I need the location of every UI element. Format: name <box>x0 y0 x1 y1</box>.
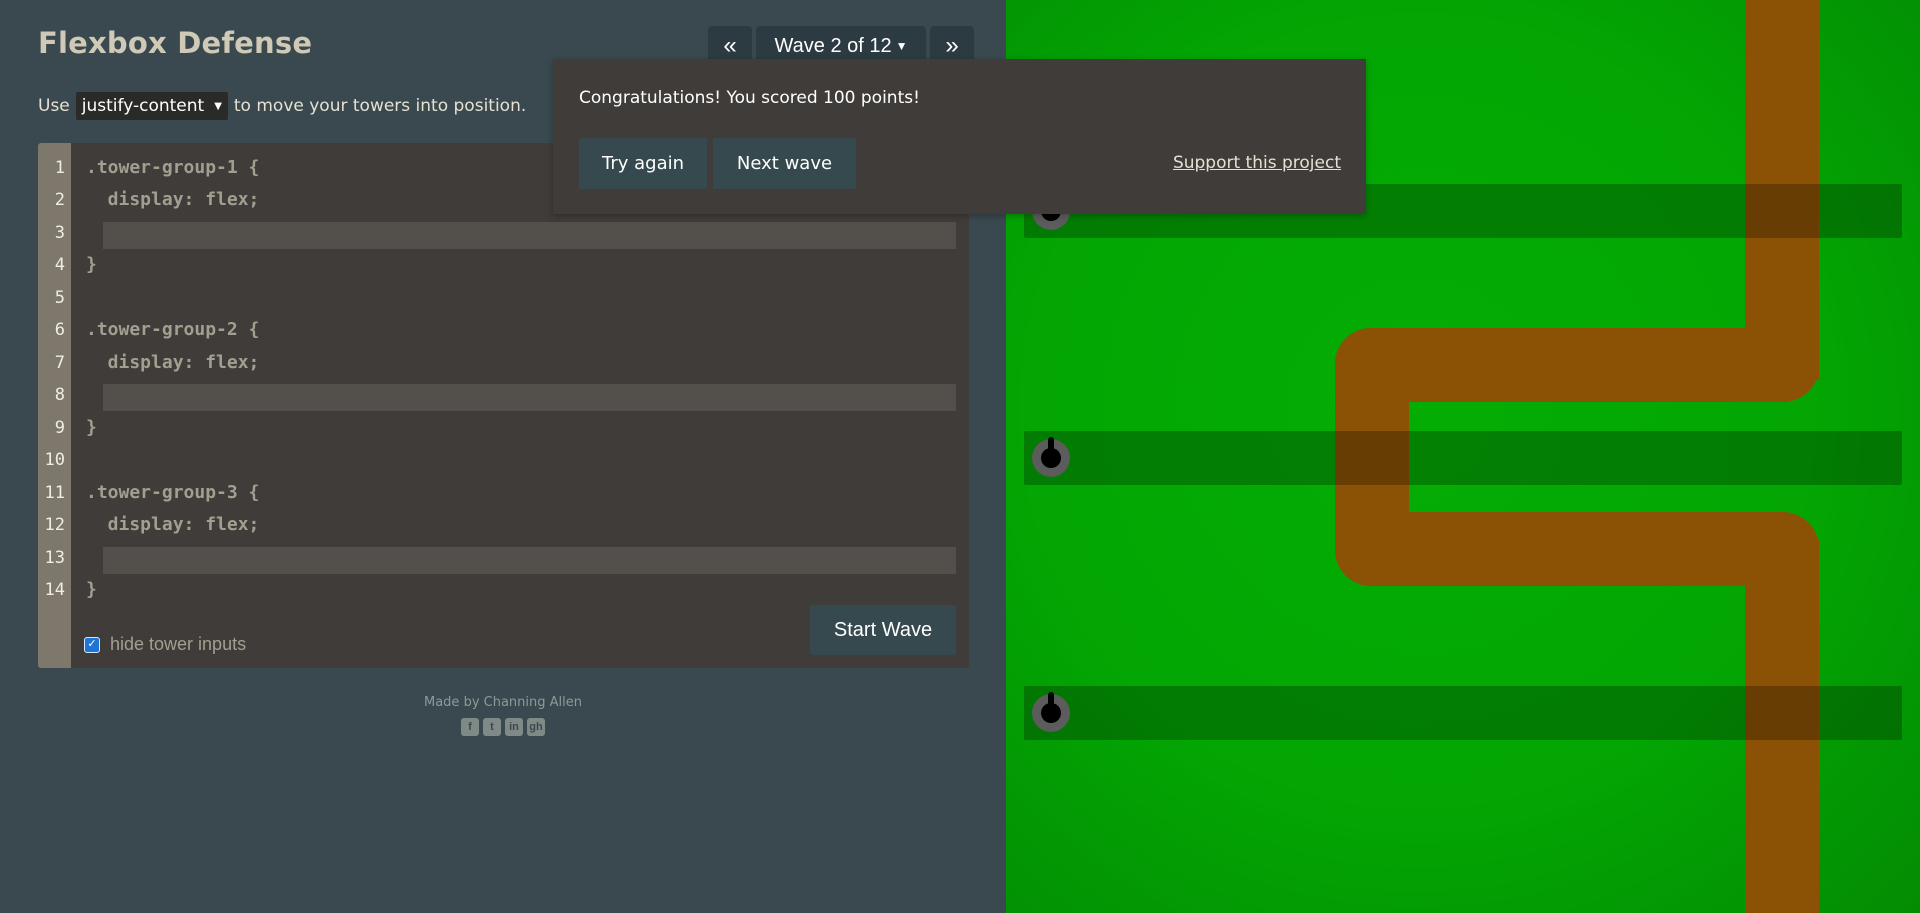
line-number: 14 <box>44 580 65 600</box>
tower-group-2-row <box>1024 431 1902 485</box>
instructions: Use justify-content ▼ to move your tower… <box>38 92 526 120</box>
code-editor: 1 2 3 4 5 6 7 8 9 10 11 12 13 14 .tower-… <box>38 143 969 668</box>
hide-tower-inputs-toggle[interactable]: ✓ hide tower inputs <box>84 634 246 655</box>
tower-group-2-input[interactable] <box>103 384 956 411</box>
code-line-close-brace: } <box>86 254 97 275</box>
page-title: Flexbox Defense <box>38 26 313 60</box>
code-line-declaration: display: flex; <box>86 189 260 210</box>
linkedin-icon[interactable]: in <box>505 718 523 736</box>
line-number: 13 <box>44 548 65 568</box>
hide-inputs-checkbox[interactable]: ✓ <box>84 636 100 653</box>
facebook-icon[interactable]: f <box>461 718 479 736</box>
social-links: f t in gh <box>420 718 586 736</box>
line-number: 7 <box>54 353 65 373</box>
chevron-down-icon: ▼ <box>895 39 908 53</box>
line-number: 2 <box>54 190 65 210</box>
tower-group-3-row <box>1024 686 1902 740</box>
instructions-suffix: to move your towers into position. <box>233 96 527 116</box>
line-number: 1 <box>54 158 65 178</box>
score-message: Congratulations! You scored 100 points! <box>579 88 920 108</box>
line-number: 9 <box>54 418 65 438</box>
author-credit: Made by Channing Allen <box>424 695 582 710</box>
property-select-value: justify-content <box>81 96 205 116</box>
instructions-prefix: Use <box>38 96 70 116</box>
line-number: 8 <box>54 385 65 405</box>
tower-icon <box>1032 437 1070 477</box>
line-number: 5 <box>54 288 65 308</box>
line-number: 4 <box>54 255 65 275</box>
hide-inputs-label: hide tower inputs <box>110 634 247 654</box>
code-line-selector: .tower-group-1 { <box>86 157 260 178</box>
code-line-selector: .tower-group-3 { <box>86 482 260 503</box>
line-number: 10 <box>44 450 65 470</box>
github-icon[interactable]: gh <box>527 718 545 736</box>
support-project-link[interactable]: Support this project <box>1173 153 1341 173</box>
start-wave-button[interactable]: Start Wave <box>810 605 956 655</box>
tower-icon <box>1032 692 1070 732</box>
code-line-close-brace: } <box>86 579 97 600</box>
chevron-down-icon: ▼ <box>214 100 222 112</box>
line-number-gutter: 1 2 3 4 5 6 7 8 9 10 11 12 13 14 <box>38 143 71 668</box>
line-number: 11 <box>44 483 65 503</box>
try-again-button[interactable]: Try again <box>579 138 707 189</box>
tower-group-1-input[interactable] <box>103 222 956 249</box>
code-line-declaration: display: flex; <box>86 514 260 535</box>
line-number: 6 <box>54 320 65 340</box>
wave-result-popup: Congratulations! You scored 100 points! … <box>553 59 1366 214</box>
code-line-close-brace: } <box>86 417 97 438</box>
code-line-declaration: display: flex; <box>86 352 260 373</box>
line-number: 12 <box>44 515 65 535</box>
code-line-selector: .tower-group-2 { <box>86 319 260 340</box>
tower-group-3-input[interactable] <box>103 547 956 574</box>
wave-label: Wave 2 of 12 <box>774 34 892 57</box>
property-select[interactable]: justify-content ▼ <box>75 92 228 120</box>
twitter-icon[interactable]: t <box>483 718 501 736</box>
footer: Made by Channing Allen f t in gh <box>420 695 586 736</box>
next-wave-button[interactable]: Next wave <box>713 138 856 189</box>
line-number: 3 <box>54 223 65 243</box>
